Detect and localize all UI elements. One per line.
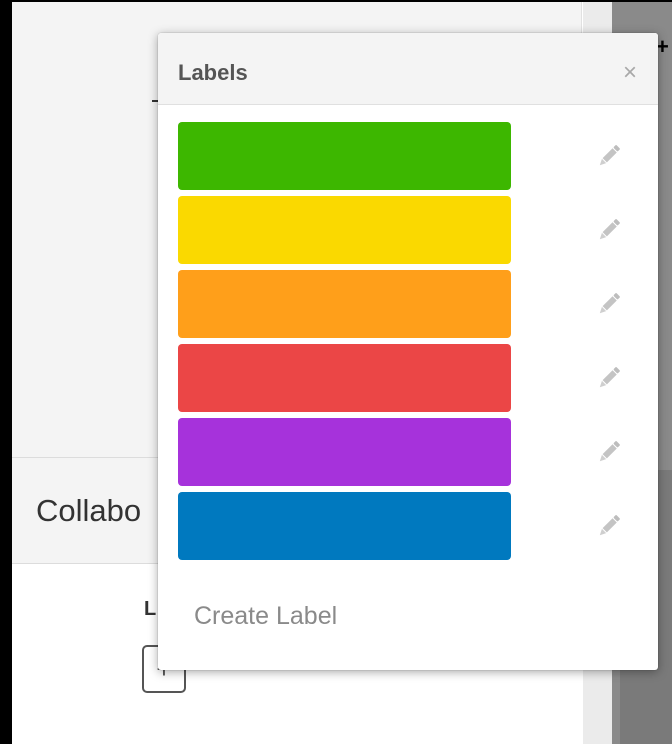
label-swatch-orange[interactable]: [178, 270, 511, 338]
labels-popover: Labels × Create Label: [158, 33, 658, 670]
pencil-icon[interactable]: [593, 510, 625, 542]
pencil-icon[interactable]: [593, 140, 625, 172]
window-edge-top: [0, 0, 672, 2]
label-item: [178, 492, 638, 560]
label-swatch-purple[interactable]: [178, 418, 511, 486]
collaborators-heading: Collabo: [36, 493, 142, 528]
close-icon[interactable]: ×: [618, 59, 642, 87]
label-item: [178, 418, 638, 486]
label-item: [178, 196, 638, 264]
label-swatch-yellow[interactable]: [178, 196, 511, 264]
popover-header: Labels ×: [158, 33, 658, 105]
pencil-icon[interactable]: [593, 214, 625, 246]
pencil-icon[interactable]: [593, 362, 625, 394]
labels-section-heading: L: [144, 598, 157, 620]
window-edge-left: [0, 0, 12, 744]
popover-title: Labels: [178, 60, 248, 85]
label-swatch-red[interactable]: [178, 344, 511, 412]
label-swatch-blue[interactable]: [178, 492, 511, 560]
label-swatch-green[interactable]: [178, 122, 511, 190]
label-item: [178, 270, 638, 338]
pencil-icon[interactable]: [593, 436, 625, 468]
label-item: [178, 344, 638, 412]
create-label-link[interactable]: Create Label: [194, 600, 337, 632]
pencil-icon[interactable]: [593, 288, 625, 320]
label-item: [178, 122, 638, 190]
